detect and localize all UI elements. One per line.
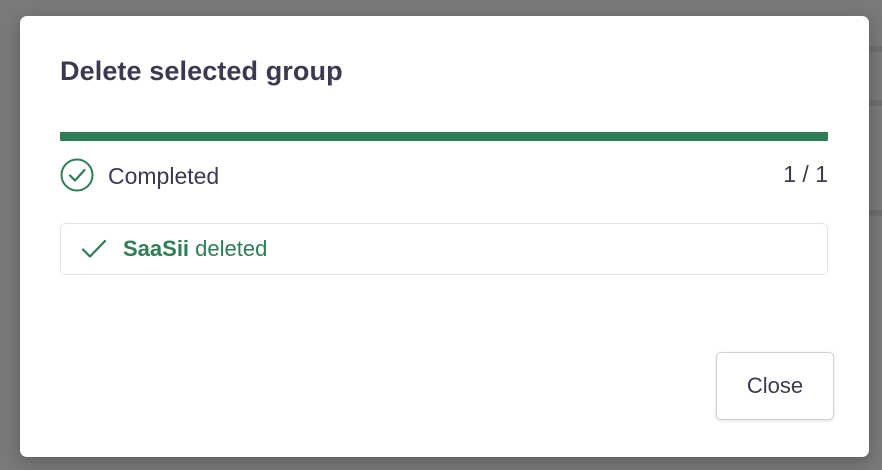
- dialog-title: Delete selected group: [60, 56, 343, 86]
- progress-count: 1 / 1: [783, 161, 828, 187]
- status-label: Completed: [108, 163, 220, 189]
- checkmark-icon: [81, 239, 107, 258]
- close-button[interactable]: Close: [716, 352, 834, 420]
- status-row: Completed 1 / 1: [60, 158, 828, 192]
- result-status-text: deleted: [195, 236, 268, 261]
- deleted-group-name: SaaSii: [123, 236, 190, 261]
- result-message: SaaSii deleted: [123, 236, 267, 262]
- result-list-item: SaaSii deleted: [60, 223, 828, 275]
- delete-group-dialog: Delete selected group Completed 1 / 1 Sa…: [20, 16, 869, 457]
- progress-bar-fill: [60, 132, 828, 141]
- check-circle-icon: [60, 158, 94, 192]
- progress-bar: [60, 132, 828, 141]
